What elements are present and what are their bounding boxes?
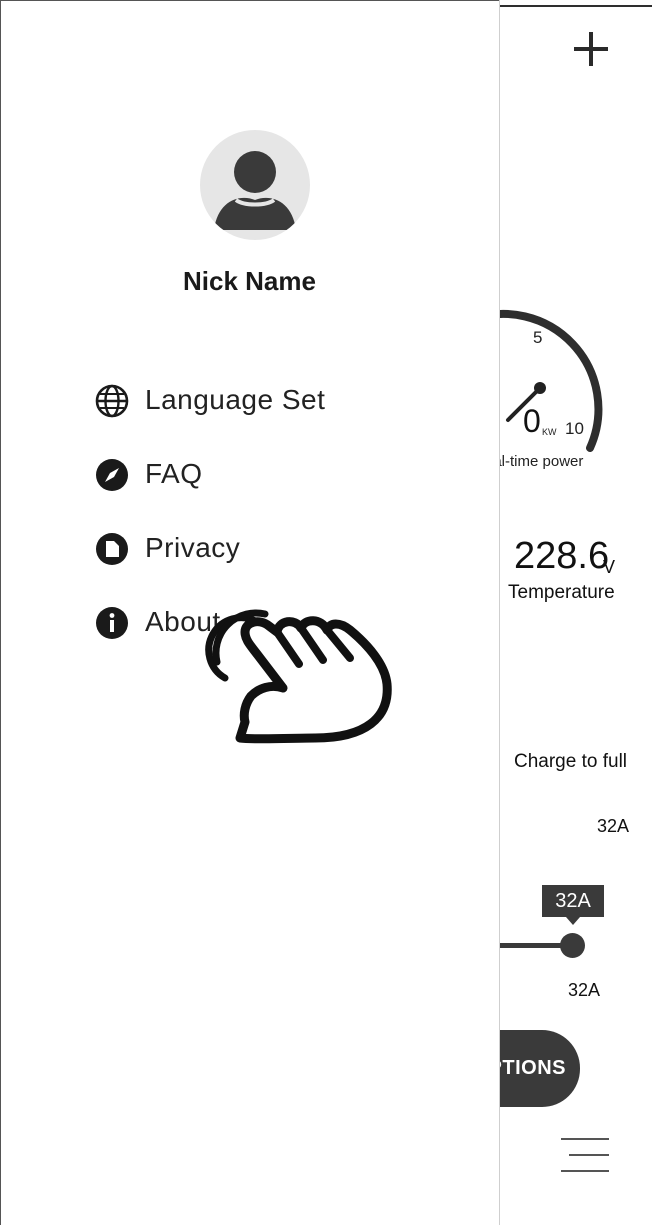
user-icon: [214, 151, 296, 230]
compass-icon: [96, 459, 128, 491]
menu-item-label: Privacy: [145, 532, 241, 563]
charge-mode-label[interactable]: Charge to full: [514, 751, 627, 773]
globe-icon: [95, 384, 129, 418]
current-slider-thumb[interactable]: [560, 933, 585, 958]
menu-item-privacy[interactable]: Privacy: [95, 528, 435, 568]
menu-item-label: Language Set: [145, 384, 326, 415]
info-icon: [96, 607, 128, 639]
gauge-pivot: [534, 382, 546, 394]
avatar[interactable]: [200, 130, 310, 240]
side-drawer: Nick Name Language Set FAQ Privacy About: [0, 0, 500, 1225]
hamburger-menu-icon[interactable]: [561, 1138, 609, 1172]
voltage-label: Temperature: [508, 582, 615, 603]
add-icon[interactable]: [570, 27, 614, 71]
current-slider-value: 32A: [568, 980, 601, 1000]
gauge-tick-max: 10: [565, 419, 584, 438]
menu-item-label: FAQ: [145, 458, 203, 489]
gauge-tick-mid: 5: [533, 328, 543, 347]
menu-item-faq[interactable]: FAQ: [95, 454, 435, 494]
voltage-value: 228.6: [514, 535, 610, 577]
menu-item-language[interactable]: Language Set: [95, 380, 435, 420]
document-icon: [96, 533, 128, 565]
top-divider: [500, 5, 652, 7]
tap-hand-icon: [205, 609, 392, 744]
voltage-unit: V: [603, 557, 616, 577]
gauge-value: 0: [523, 403, 541, 439]
gauge-unit: KW: [542, 427, 557, 437]
slider-tooltip: 32A: [542, 885, 604, 925]
user-nick-name[interactable]: Nick Name: [0, 266, 499, 297]
current-label-top: 32A: [597, 816, 630, 836]
